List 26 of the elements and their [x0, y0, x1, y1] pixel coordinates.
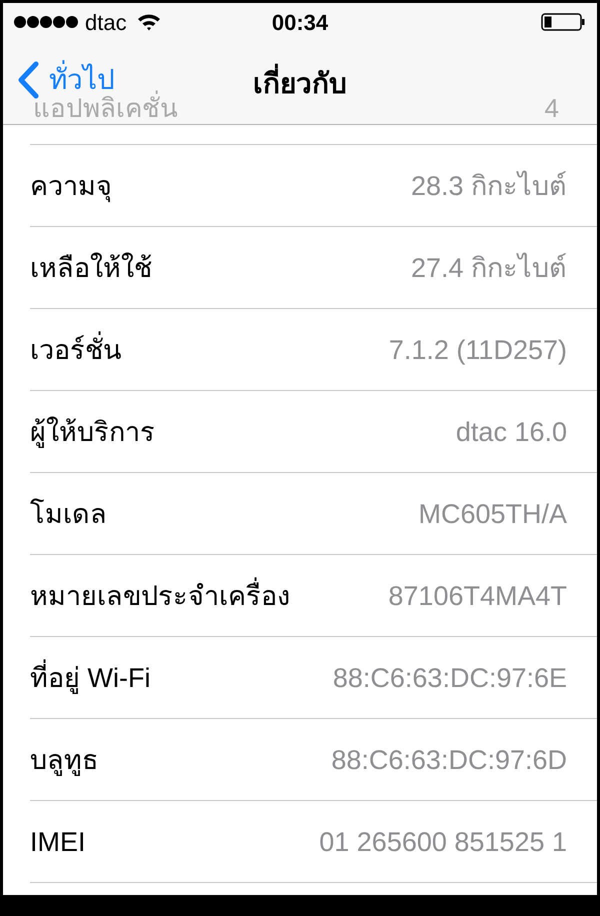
row-label: IMEI	[30, 826, 86, 859]
wifi-icon	[136, 13, 161, 31]
row-value: 27.4 กิกะไบต์	[410, 252, 567, 285]
row-label: เวอร์ชั่น	[30, 330, 121, 370]
signal-icon	[13, 15, 79, 29]
row-label: บลูทูธ	[30, 744, 98, 778]
row-value: 87106T4MA4T	[388, 580, 567, 613]
hidden-row-value: 4	[544, 92, 559, 125]
row-value: dtac 16.0	[456, 416, 567, 449]
row-label: ผู้ให้บริการ	[30, 416, 155, 450]
hidden-row-label: แอปพลิเคชั่น	[33, 89, 178, 128]
row-label: โมเดล	[30, 498, 107, 531]
row-value: 88:C6:63:DC:97:6E	[332, 662, 567, 695]
battery-icon	[541, 12, 585, 32]
row-value: 88:C6:63:DC:97:6D	[331, 744, 567, 777]
row-value: MC605TH/A	[418, 498, 567, 531]
row-label: ความจุ	[30, 170, 112, 204]
row-value: 01 265600 851525 1	[319, 826, 567, 859]
carrier-name: dtac	[85, 8, 127, 36]
row-label: ที่อยู่ Wi-Fi	[30, 658, 150, 698]
row-label: เหลือให้ใช้	[30, 252, 152, 285]
row-value: 7.1.2 (11D257)	[388, 334, 567, 367]
page-title: เกี่ยวกับ	[253, 63, 347, 105]
clock: 00:34	[272, 8, 328, 36]
row-label: หมายเลขประจำเครื่อง	[30, 576, 290, 616]
row-value: 28.3 กิกะไบต์	[410, 170, 567, 203]
